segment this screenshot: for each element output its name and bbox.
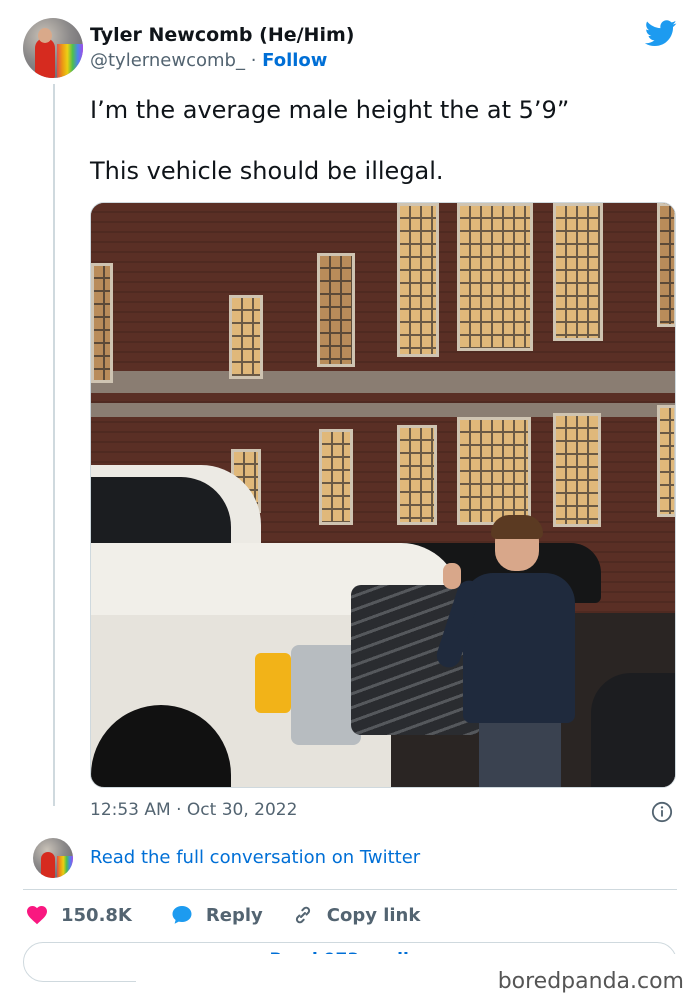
person-standing bbox=[433, 515, 593, 787]
pickup-truck bbox=[91, 465, 481, 787]
tweet-text-line-1: I’m the average male height the at 5’9” bbox=[90, 96, 570, 124]
watermark-text: boredpanda.com bbox=[497, 969, 684, 994]
read-conversation-link[interactable]: Read the full conversation on Twitter bbox=[90, 847, 420, 868]
building-window bbox=[657, 405, 675, 517]
building-window bbox=[553, 413, 601, 527]
building-window bbox=[657, 203, 675, 327]
building-window bbox=[397, 203, 439, 357]
divider bbox=[23, 889, 677, 890]
author-avatar[interactable] bbox=[23, 18, 83, 78]
copy-link-label: Copy link bbox=[326, 904, 421, 926]
building-window bbox=[553, 203, 603, 341]
handle-separator: · bbox=[250, 50, 257, 71]
building-cornice bbox=[91, 371, 675, 393]
info-icon[interactable] bbox=[651, 801, 673, 823]
action-bar: 150.8K Reply Copy link bbox=[25, 902, 420, 928]
building-window bbox=[317, 253, 355, 367]
heart-icon bbox=[27, 906, 47, 925]
reply-bubble-icon bbox=[172, 906, 192, 924]
author-handle[interactable]: @tylernewcomb_ bbox=[90, 50, 245, 71]
copy-link-button[interactable]: Copy link bbox=[291, 903, 421, 927]
like-button[interactable]: 150.8K bbox=[25, 903, 132, 927]
twitter-bird-icon[interactable] bbox=[645, 20, 677, 47]
building-window bbox=[457, 203, 533, 351]
author-name[interactable]: Tyler Newcomb (He/Him) bbox=[90, 24, 354, 46]
thread-line bbox=[53, 84, 55, 806]
building-window bbox=[91, 263, 113, 383]
reply-label: Reply bbox=[205, 904, 263, 926]
tweet-embed-card: Tyler Newcomb (He/Him) @tylernewcomb_ · … bbox=[0, 0, 700, 1004]
follow-button[interactable]: Follow bbox=[262, 50, 327, 71]
tweet-text-line-2: This vehicle should be illegal. bbox=[90, 157, 444, 185]
like-count: 150.8K bbox=[61, 904, 132, 926]
author-handle-row: @tylernewcomb_ · Follow bbox=[90, 50, 327, 71]
parked-car-right bbox=[591, 673, 675, 787]
reply-button[interactable]: Reply bbox=[170, 903, 263, 927]
watermark-box: boredpanda.com bbox=[136, 954, 700, 1004]
author-avatar-small[interactable] bbox=[33, 838, 73, 878]
link-icon bbox=[295, 906, 310, 924]
building-window bbox=[229, 295, 263, 379]
tweet-photo[interactable] bbox=[90, 202, 676, 788]
tweet-timestamp[interactable]: 12:53 AM · Oct 30, 2022 bbox=[90, 800, 297, 820]
